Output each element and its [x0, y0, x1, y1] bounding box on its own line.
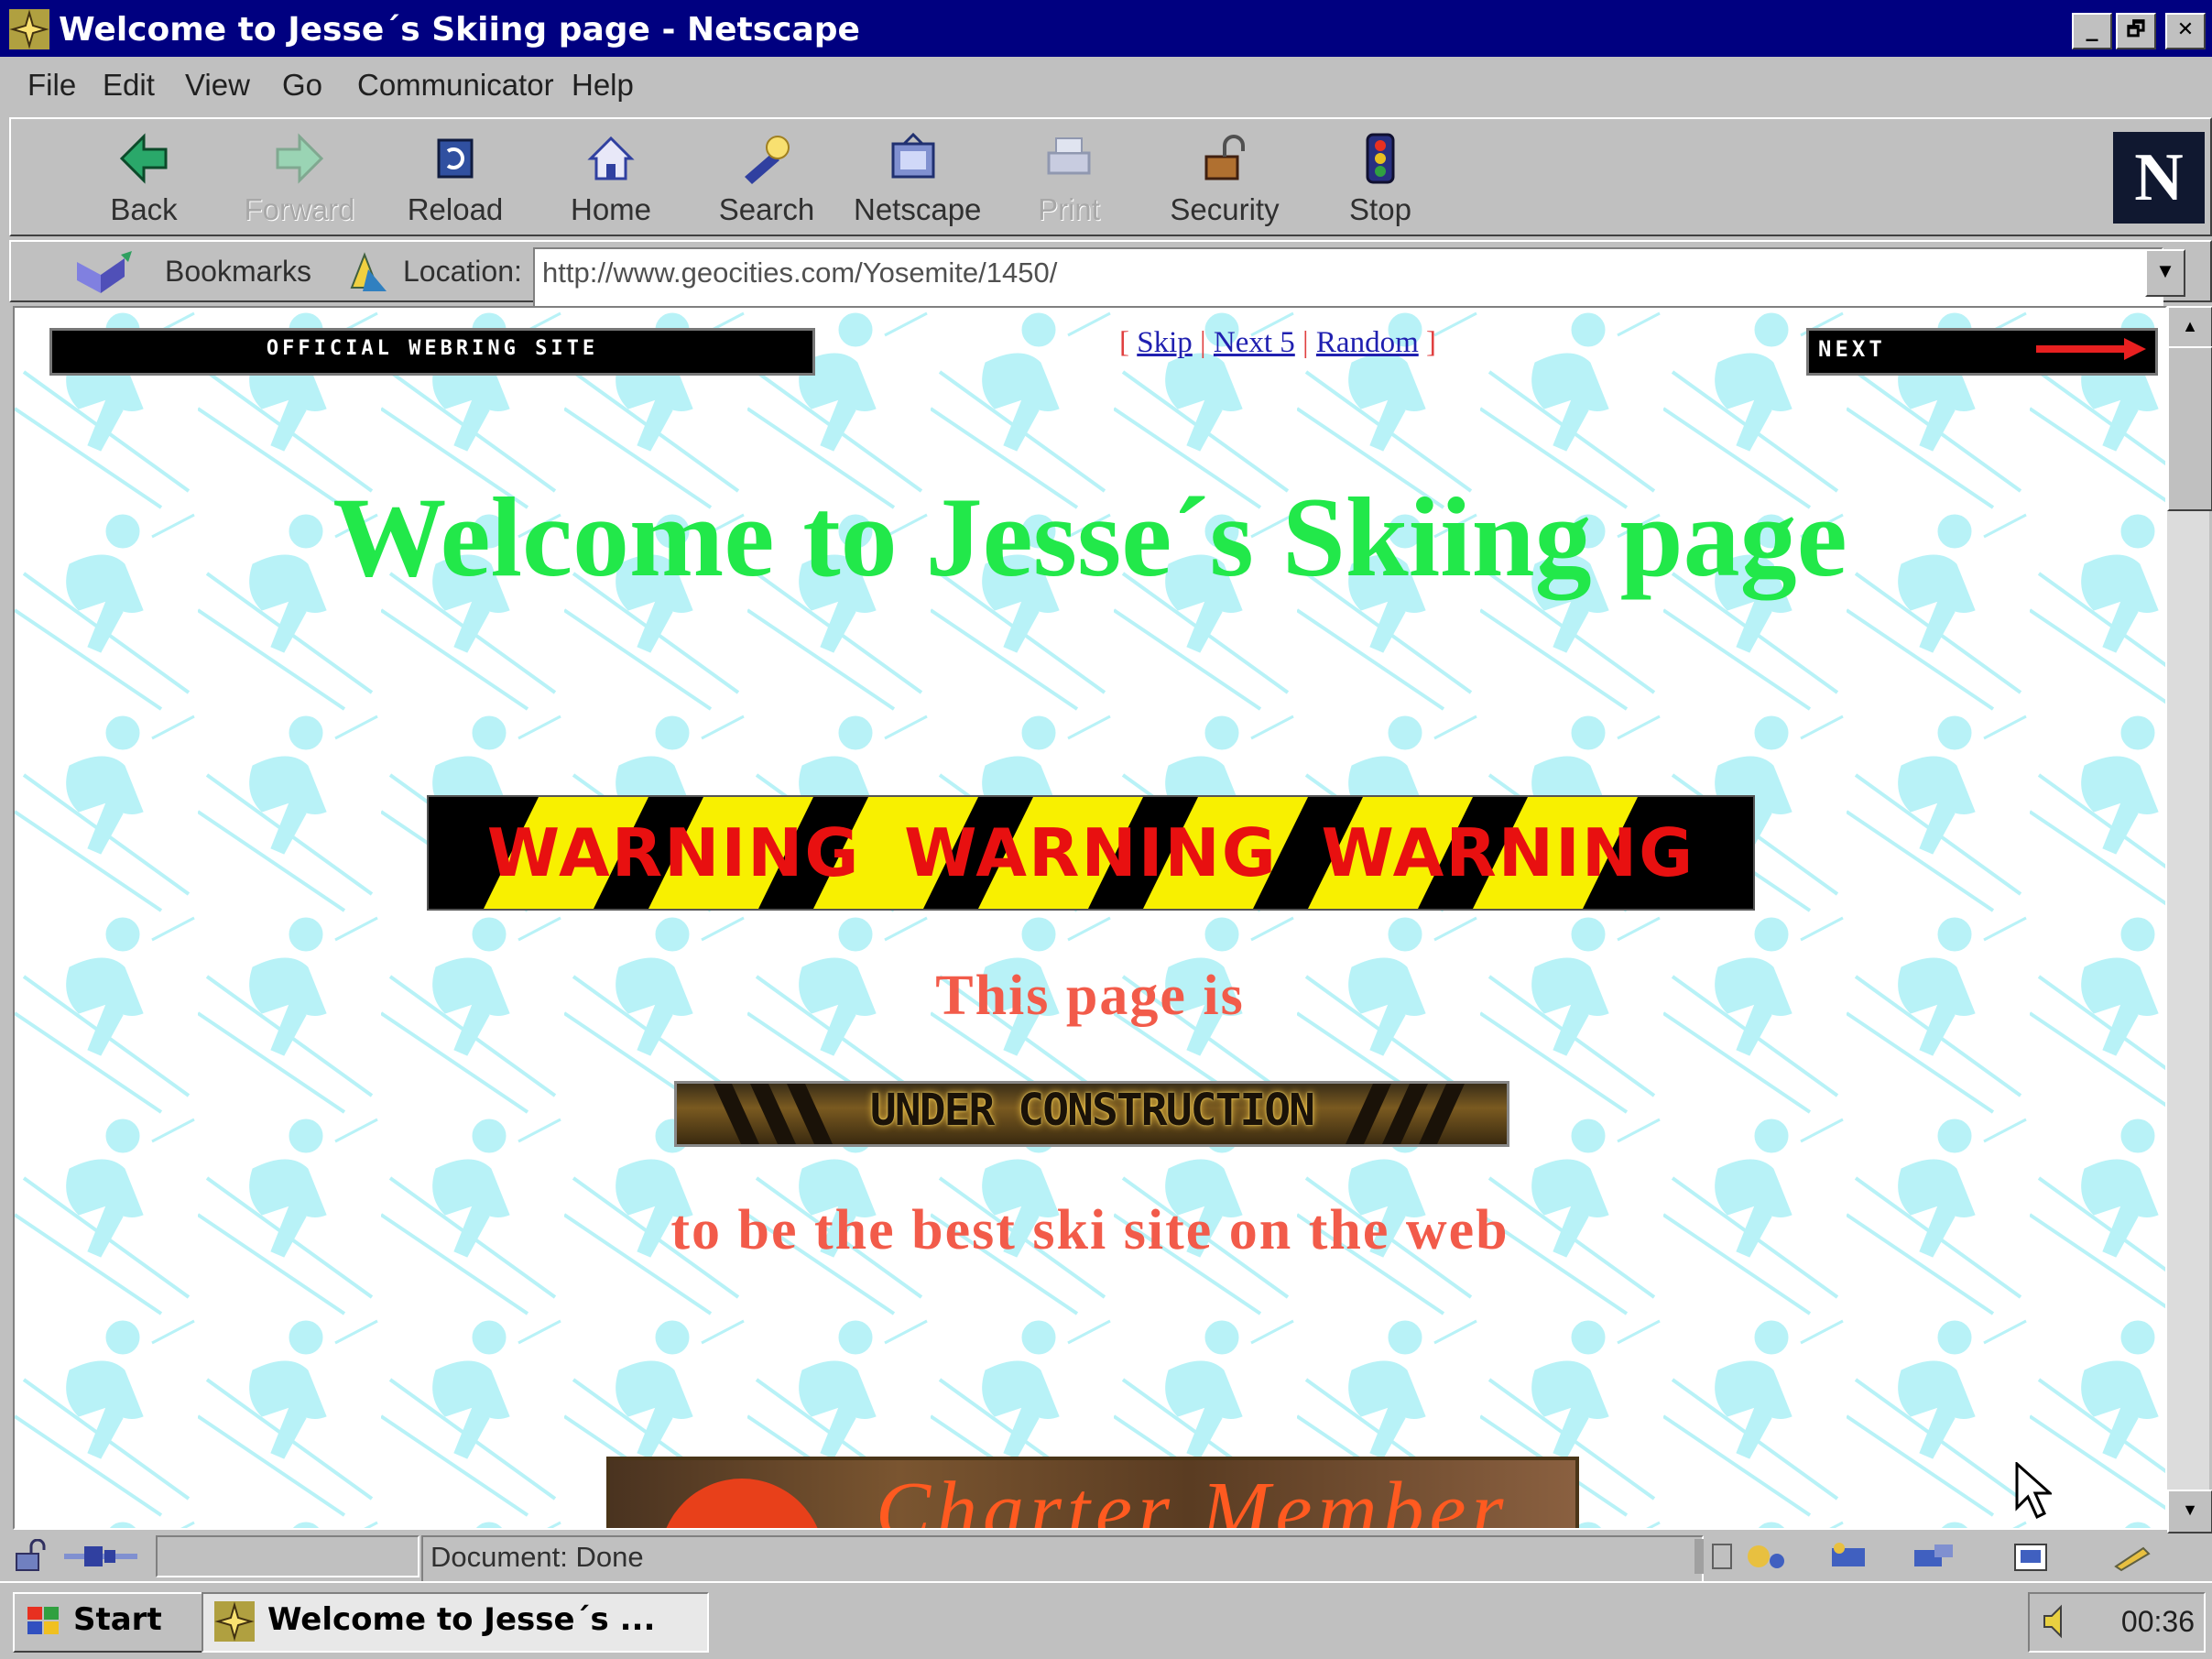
stop-label: Stop — [1349, 192, 1411, 226]
warning-word: WARNING — [1321, 814, 1695, 891]
webring-next-banner[interactable]: NEXT — [1806, 328, 2158, 376]
start-button[interactable]: Start — [13, 1592, 222, 1653]
location-toolbar: Bookmarks Location: http://www.geocities… — [9, 240, 2212, 313]
maximize-button[interactable]: 🗗 — [2116, 13, 2156, 49]
star-badge-icon — [659, 1479, 824, 1528]
minimize-button[interactable]: _ — [2072, 13, 2112, 49]
ring-nav-separator: | — [1192, 326, 1214, 359]
security-button[interactable]: Security — [1165, 128, 1284, 227]
system-tray: 00:36 — [2028, 1592, 2206, 1653]
task-label: Welcome to Jesse´s ... — [267, 1601, 656, 1638]
scroll-down-button[interactable]: ▼ — [2167, 1490, 2212, 1533]
home-button[interactable]: Home — [551, 128, 670, 227]
webring-navigation: [ Skip | Next 5 | Random ] — [1119, 326, 1436, 360]
under-construction-text: UNDER CONSTRUCTION — [869, 1085, 1315, 1136]
start-label: Start — [73, 1601, 162, 1638]
netscape-logo[interactable]: N — [2113, 132, 2205, 224]
taskbar: Start Welcome to Jesse´s ... 00:36 — [0, 1581, 2212, 1659]
ring-nav-open-bracket: [ — [1119, 326, 1138, 359]
printer-icon — [1047, 137, 1091, 175]
menu-view[interactable]: View — [185, 68, 250, 103]
warning-word: WARNING — [904, 814, 1278, 891]
ring-skip-link[interactable]: Skip — [1137, 326, 1193, 359]
print-label: Print — [1038, 192, 1100, 226]
arrow-up-icon: ▲ — [2182, 317, 2198, 335]
menu-file[interactable]: File — [27, 68, 76, 103]
security-status-icon[interactable] — [11, 1539, 51, 1574]
search-label: Search — [718, 192, 815, 226]
red-arrow-icon — [2036, 338, 2146, 360]
intro-line: This page is — [935, 965, 1245, 1027]
netscape-label: Netscape — [854, 192, 982, 226]
menu-communicator[interactable]: Communicator — [357, 68, 554, 103]
mission-line: to be the best ski site on the web — [670, 1199, 1509, 1261]
charter-member-banner[interactable]: Charter Member — [606, 1457, 1579, 1530]
ring-nav-close-bracket: ] — [1418, 326, 1436, 359]
lock-icon — [1204, 135, 1245, 180]
bookmarks-icon[interactable] — [73, 249, 156, 297]
webring-banner[interactable]: OFFICIAL WEBRING SITE — [49, 328, 815, 376]
mouse-cursor-icon — [2015, 1462, 2052, 1520]
security-label: Security — [1170, 192, 1280, 226]
close-button[interactable]: ✕ — [2165, 13, 2206, 49]
speaker-icon[interactable] — [2039, 1603, 2076, 1640]
netscape-button[interactable]: Netscape — [854, 128, 982, 227]
title-bar[interactable]: Welcome to Jesse´s Skiing page - Netscap… — [0, 0, 2212, 57]
location-label: Location: — [403, 255, 522, 288]
chevron-down-icon: ▼ — [2155, 259, 2175, 282]
stop-button[interactable]: Stop — [1321, 128, 1440, 227]
home-label: Home — [570, 192, 652, 226]
progress-bar — [156, 1535, 420, 1577]
window-title: Welcome to Jesse´s Skiing page - Netscap… — [59, 11, 860, 49]
arrow-down-icon: ▼ — [2182, 1501, 2198, 1519]
page-proxy-icon[interactable] — [346, 251, 392, 295]
under-construction-banner: UNDER CONSTRUCTION — [674, 1081, 1509, 1147]
menu-go[interactable]: Go — [282, 68, 322, 103]
forward-label: Forward — [244, 192, 355, 226]
menu-edit[interactable]: Edit — [103, 68, 155, 103]
forward-button[interactable]: Forward — [240, 128, 359, 227]
status-text: Document: Done — [421, 1535, 1704, 1585]
warning-word: WARNING — [486, 814, 861, 891]
menu-bar: File Edit View Go Communicator Help — [11, 60, 2209, 114]
stop-icon — [1366, 133, 1395, 184]
reload-icon — [437, 138, 474, 179]
vertical-scrollbar[interactable]: ▲ ▼ — [2167, 306, 2212, 1533]
page-viewport[interactable]: OFFICIAL WEBRING SITE [ Skip | Next 5 | … — [13, 306, 2167, 1530]
reload-label: Reload — [407, 192, 504, 226]
bookmarks-label[interactable]: Bookmarks — [165, 255, 311, 289]
netscape-icon — [891, 132, 935, 179]
search-button[interactable]: Search — [707, 128, 826, 227]
status-bar: Document: Done — [9, 1533, 2212, 1585]
taskbar-netscape-window[interactable]: Welcome to Jesse´s ... — [202, 1592, 709, 1653]
url-input[interactable]: http://www.geocities.com/Yosemite/1450/ — [533, 247, 2163, 313]
next-banner-label: NEXT — [1818, 336, 1886, 362]
online-status-icon[interactable] — [64, 1539, 137, 1574]
menu-help[interactable]: Help — [572, 68, 634, 103]
netscape-task-icon — [214, 1601, 255, 1642]
reload-button[interactable]: Reload — [396, 128, 515, 227]
navigation-toolbar: Back Forward Reload Home Search Netscape… — [9, 117, 2212, 236]
home-icon — [587, 136, 635, 180]
back-arrow-icon — [119, 133, 168, 184]
ring-nav-separator: | — [1294, 326, 1316, 359]
ring-next5-link[interactable]: Next 5 — [1214, 326, 1295, 359]
ring-random-link[interactable]: Random — [1316, 326, 1419, 359]
page-heading: Welcome to Jesse´s Skiing page — [332, 475, 1847, 600]
forward-arrow-icon — [276, 133, 324, 184]
search-icon — [745, 136, 790, 184]
clock[interactable]: 00:36 — [2121, 1605, 2195, 1639]
url-history-dropdown[interactable]: ▼ — [2145, 249, 2185, 297]
scroll-thumb[interactable] — [2167, 346, 2212, 511]
charter-member-text: Charter Member — [876, 1466, 1509, 1530]
back-button[interactable]: Back — [84, 128, 203, 227]
windows-logo-icon — [27, 1607, 59, 1634]
netscape-app-icon — [9, 9, 49, 49]
print-button[interactable]: Print — [1009, 128, 1128, 227]
component-bar-icons[interactable] — [1694, 1539, 2207, 1574]
warning-banner: WARNING WARNING WARNING — [427, 795, 1755, 911]
back-label: Back — [110, 192, 178, 226]
warning-text: WARNING WARNING WARNING — [429, 797, 1753, 909]
scroll-up-button[interactable]: ▲ — [2167, 306, 2212, 350]
